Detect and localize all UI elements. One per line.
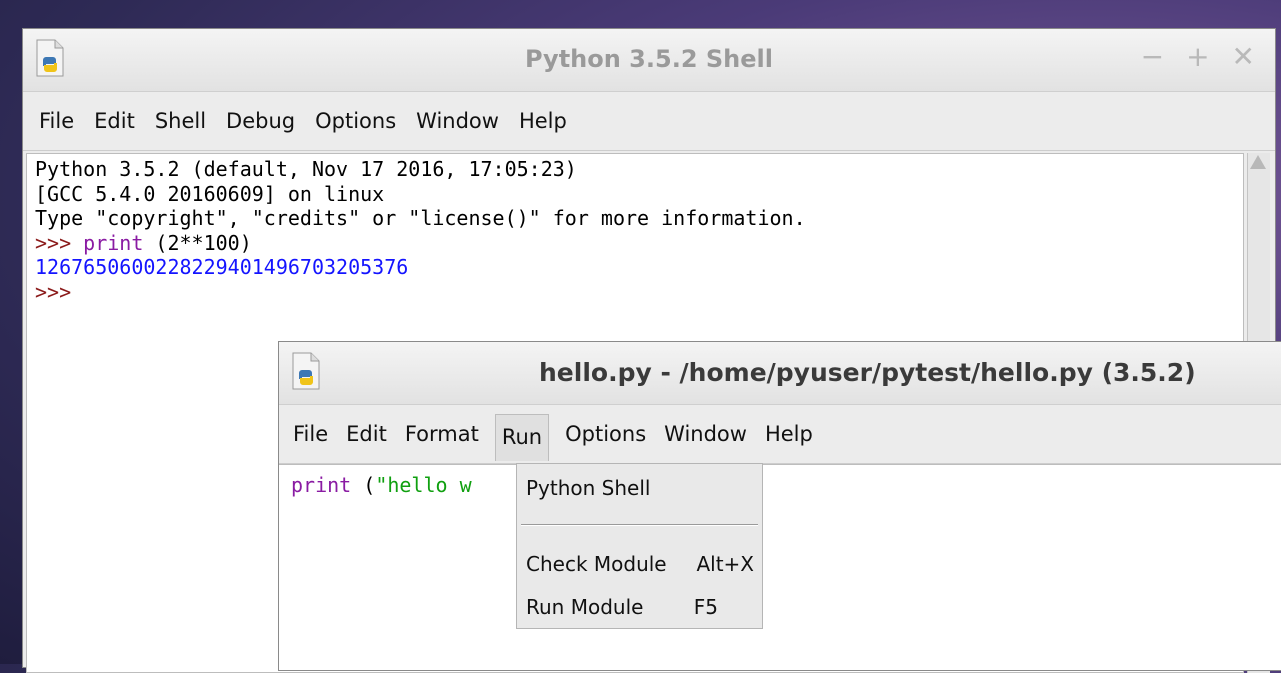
shell-result: 1267650600228229401496703205376 bbox=[35, 255, 409, 279]
editor-menu-window[interactable]: Window bbox=[662, 418, 749, 450]
shell-menu-shell[interactable]: Shell bbox=[153, 105, 208, 137]
editor-window: hello.py - /home/pyuser/pytest/hello.py … bbox=[278, 341, 1281, 671]
editor-menu-options[interactable]: Options bbox=[563, 418, 648, 450]
menu-item-python-shell[interactable]: Python Shell bbox=[526, 476, 754, 500]
editor-titlebar[interactable]: hello.py - /home/pyuser/pytest/hello.py … bbox=[279, 342, 1281, 405]
shell-menu-debug[interactable]: Debug bbox=[224, 105, 297, 137]
minimize-icon[interactable]: − bbox=[1141, 41, 1164, 73]
shell-prompt: >>> bbox=[35, 230, 84, 255]
shell-menu-file[interactable]: File bbox=[37, 105, 76, 137]
shell-menu-help[interactable]: Help bbox=[517, 105, 569, 137]
shell-command-line: >>> print (2**100) bbox=[35, 231, 1235, 256]
menu-item-run-module[interactable]: Run Module F5 bbox=[526, 595, 754, 619]
python-file-icon bbox=[291, 352, 321, 394]
run-module-shortcut: F5 bbox=[693, 595, 718, 619]
editor-menu-edit[interactable]: Edit bbox=[344, 418, 389, 450]
editor-menu-run[interactable]: Run bbox=[494, 413, 550, 461]
shell-banner-line-3: Type "copyright", "credits" or "license(… bbox=[35, 206, 806, 230]
check-module-shortcut: Alt+X bbox=[696, 552, 754, 576]
shell-command-args: (2**100) bbox=[143, 230, 252, 255]
editor-window-title: hello.py - /home/pyuser/pytest/hello.py … bbox=[539, 358, 1196, 387]
editor-code-area[interactable]: print ("hello w bbox=[279, 464, 1281, 670]
shell-banner-line-2: [GCC 5.4.0 20160609] on linux bbox=[35, 181, 385, 206]
shell-menu-edit[interactable]: Edit bbox=[92, 105, 137, 137]
editor-menu-format[interactable]: Format bbox=[403, 418, 481, 450]
shell-banner-line-1: Python 3.5.2 (default, Nov 17 2016, 17:0… bbox=[35, 157, 577, 181]
check-module-label: Check Module bbox=[526, 552, 667, 576]
code-print-keyword: print bbox=[291, 473, 352, 497]
scroll-up-icon[interactable] bbox=[1250, 155, 1266, 169]
maximize-icon[interactable]: + bbox=[1186, 41, 1209, 73]
run-menu-dropdown: Python Shell Check Module Alt+X Run Modu… bbox=[516, 463, 763, 629]
menu-separator bbox=[521, 524, 758, 526]
code-string: "hello w bbox=[375, 473, 472, 497]
menu-item-check-module[interactable]: Check Module Alt+X bbox=[526, 552, 754, 576]
shell-menubar: File Edit Shell Debug Options Window Hel… bbox=[23, 92, 1275, 151]
editor-menu-file[interactable]: File bbox=[291, 418, 330, 450]
shell-menu-window[interactable]: Window bbox=[414, 105, 501, 137]
run-module-label: Run Module bbox=[526, 595, 644, 619]
close-icon[interactable]: ✕ bbox=[1232, 41, 1255, 73]
shell-menu-options[interactable]: Options bbox=[313, 105, 398, 137]
editor-menubar: File Edit Format Run Options Window Help bbox=[279, 405, 1281, 464]
print-keyword: print bbox=[83, 230, 144, 255]
shell-current-prompt[interactable]: >>> bbox=[35, 280, 1235, 305]
code-paren: ( bbox=[351, 473, 376, 497]
shell-window-title: Python 3.5.2 Shell bbox=[525, 45, 773, 73]
python-shell-label: Python Shell bbox=[526, 476, 651, 500]
editor-menu-help[interactable]: Help bbox=[763, 418, 815, 450]
shell-titlebar[interactable]: Python 3.5.2 Shell − + ✕ bbox=[23, 29, 1275, 92]
